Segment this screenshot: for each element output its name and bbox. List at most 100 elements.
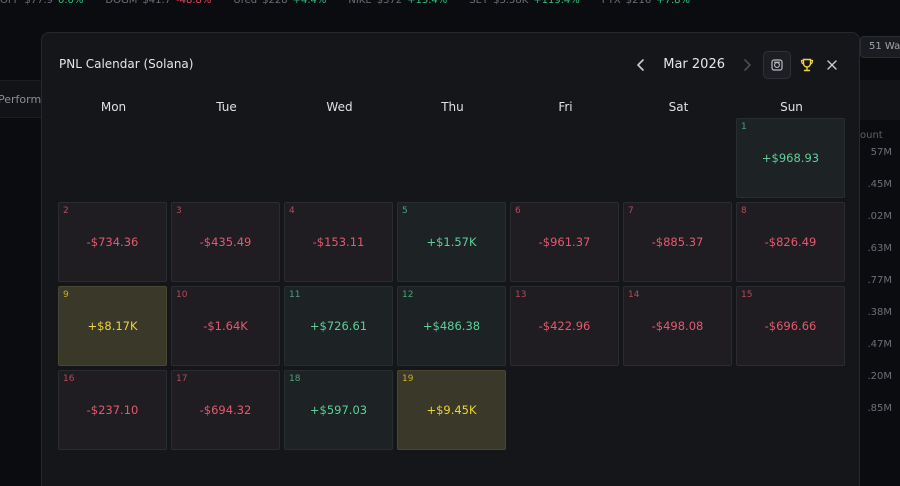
- calendar-day-cell[interactable]: 3 -$435.49: [171, 202, 280, 282]
- calendar-day-cell[interactable]: 6 -$961.37: [510, 202, 619, 282]
- calendar-day-cell[interactable]: 17 -$694.32: [171, 370, 280, 450]
- day-pnl-value: -$961.37: [538, 235, 591, 249]
- ticker-track: OFF $77.9 0.0% DOGM $41.7 -48.8% Ured $228 +4.4%…: [0, 0, 690, 6]
- weekday-tue: Tue: [216, 100, 237, 114]
- calendar-day-cell[interactable]: 9 +$8.17K: [58, 286, 167, 366]
- day-pnl-value: -$237.10: [86, 403, 139, 417]
- calendar-day-cell[interactable]: 4 -$153.11: [284, 202, 393, 282]
- weekday-wed: Wed: [326, 100, 353, 114]
- ticker-item[interactable]: PTX $216 +7.8%: [602, 0, 690, 6]
- background-amount-value: .38M: [867, 307, 892, 318]
- calendar-day-cell[interactable]: 2 -$734.36: [58, 202, 167, 282]
- day-pnl-value: -$826.49: [764, 235, 817, 249]
- day-pnl-value: +$1.57K: [426, 235, 477, 249]
- background-amount-value: .02M: [867, 211, 892, 222]
- chevron-right-icon[interactable]: [737, 55, 757, 75]
- day-pnl-value: -$1.64K: [203, 319, 248, 333]
- calendar-day-cell[interactable]: 11 +$726.61: [284, 286, 393, 366]
- day-number: 13: [515, 290, 527, 300]
- background-amount-value: .20M: [867, 371, 892, 382]
- background-amount-column: ount 57M .45M .02M .63M .77M .38M .47M .20M .85M: [860, 130, 894, 432]
- day-number: 19: [402, 374, 414, 384]
- background-amount-value: .45M: [867, 179, 892, 190]
- ticker-chg: +13.4%: [407, 0, 448, 6]
- calendar-day-cell[interactable]: 12 +$486.38: [397, 286, 506, 366]
- current-month-label: Mar 2026: [663, 57, 725, 72]
- price-ticker: OFF $77.9 0.0% DOGM $41.7 -48.8% Ured $228 +4.4%…: [0, 0, 900, 10]
- ticker-sym: SET: [469, 0, 489, 6]
- calendar-nav: Mar 2026: [631, 50, 842, 80]
- day-number: 5: [402, 206, 408, 216]
- weekday-header-row: Mon Tue Wed Thu Fri Sat Sun: [59, 100, 846, 114]
- day-pnl-value: -$498.08: [651, 319, 704, 333]
- day-pnl-value: +$8.17K: [87, 319, 138, 333]
- ticker-chg: 0.0%: [58, 0, 84, 6]
- ticker-item[interactable]: Ured $228 +4.4%: [233, 0, 326, 6]
- ticker-sym: PTX: [601, 0, 621, 6]
- background-wallet-pill[interactable]: 51 Wa: [860, 36, 900, 58]
- day-number: 6: [515, 206, 521, 216]
- close-icon[interactable]: [822, 55, 842, 75]
- day-number: 11: [289, 290, 301, 300]
- day-pnl-value: +$726.61: [309, 319, 368, 333]
- chevron-left-icon[interactable]: [631, 55, 651, 75]
- ticker-price: $77.9: [24, 0, 54, 6]
- calendar-day-cell[interactable]: 7 -$885.37: [623, 202, 732, 282]
- calendar-day-cell[interactable]: 13 -$422.96: [510, 286, 619, 366]
- weekday-sun: Sun: [780, 100, 803, 114]
- day-number: 9: [63, 290, 69, 300]
- day-pnl-value: -$435.49: [199, 235, 252, 249]
- day-number: 15: [741, 290, 753, 300]
- ticker-item[interactable]: DOGM $41.7 -48.8%: [105, 0, 211, 6]
- day-number: 16: [63, 374, 75, 384]
- calendar-day-cell[interactable]: 19 +$9.45K: [397, 370, 506, 450]
- day-pnl-value: +$968.93: [761, 151, 820, 165]
- calendar-day-cell[interactable]: 15 -$696.66: [736, 286, 845, 366]
- weekday-fri: Fri: [558, 100, 573, 114]
- ticker-item[interactable]: SET $3.58K +119.4%: [469, 0, 579, 6]
- weekday-thu: Thu: [441, 100, 464, 114]
- day-pnl-value: +$597.03: [309, 403, 368, 417]
- background-performance-tab[interactable]: Perform: [0, 93, 41, 106]
- calendar-grid: 1 +$968.93 2 -$734.36 3 -$435.49 4 -$153.11 5 +$1…: [58, 118, 845, 450]
- background-amount-value: .77M: [867, 275, 892, 286]
- day-number: 8: [741, 206, 747, 216]
- share-button[interactable]: [763, 51, 791, 79]
- day-number: 3: [176, 206, 182, 216]
- day-pnl-value: -$734.36: [86, 235, 139, 249]
- background-amount-value: .85M: [867, 403, 892, 414]
- ticker-price: $3.58K: [493, 0, 529, 6]
- day-number: 1: [741, 122, 747, 132]
- calendar-day-cell[interactable]: 16 -$237.10: [58, 370, 167, 450]
- ticker-price: $228: [262, 0, 288, 6]
- trophy-icon[interactable]: [797, 55, 817, 75]
- ticker-sym: DOGM: [105, 0, 138, 6]
- day-number: 14: [628, 290, 640, 300]
- weekday-mon: Mon: [100, 100, 127, 114]
- day-number: 12: [402, 290, 414, 300]
- day-pnl-value: -$422.96: [538, 319, 591, 333]
- calendar-day-cell[interactable]: 10 -$1.64K: [171, 286, 280, 366]
- day-pnl-value: +$486.38: [422, 319, 481, 333]
- background-right-band: [860, 80, 900, 120]
- day-number: 4: [289, 206, 295, 216]
- calendar-day-cell[interactable]: 1 +$968.93: [736, 118, 845, 198]
- calendar-day-cell[interactable]: 18 +$597.03: [284, 370, 393, 450]
- day-pnl-value: -$885.37: [651, 235, 704, 249]
- calendar-day-cell[interactable]: 8 -$826.49: [736, 202, 845, 282]
- ticker-sym: NIKE: [348, 0, 372, 6]
- ticker-price: $41.7: [142, 0, 172, 6]
- ticker-price: $372: [376, 0, 403, 6]
- calendar-day-cell[interactable]: 5 +$1.57K: [397, 202, 506, 282]
- background-amount-value: 57M: [870, 147, 892, 158]
- modal-header: PNL Calendar (Solana) Mar 2026: [59, 51, 842, 79]
- calendar-day-cell[interactable]: 14 -$498.08: [623, 286, 732, 366]
- background-amount-value: .47M: [867, 339, 892, 350]
- ticker-sym: Ured: [233, 0, 258, 6]
- day-number: 10: [176, 290, 188, 300]
- pnl-calendar-modal: PNL Calendar (Solana) Mar 2026 Mon Tue W…: [41, 32, 860, 486]
- ticker-chg: +119.4%: [533, 0, 580, 6]
- ticker-item[interactable]: OFF $77.9 0.0%: [0, 0, 83, 6]
- ticker-item[interactable]: NIKE $372 +13.4%: [348, 0, 447, 6]
- day-pnl-value: -$694.32: [199, 403, 252, 417]
